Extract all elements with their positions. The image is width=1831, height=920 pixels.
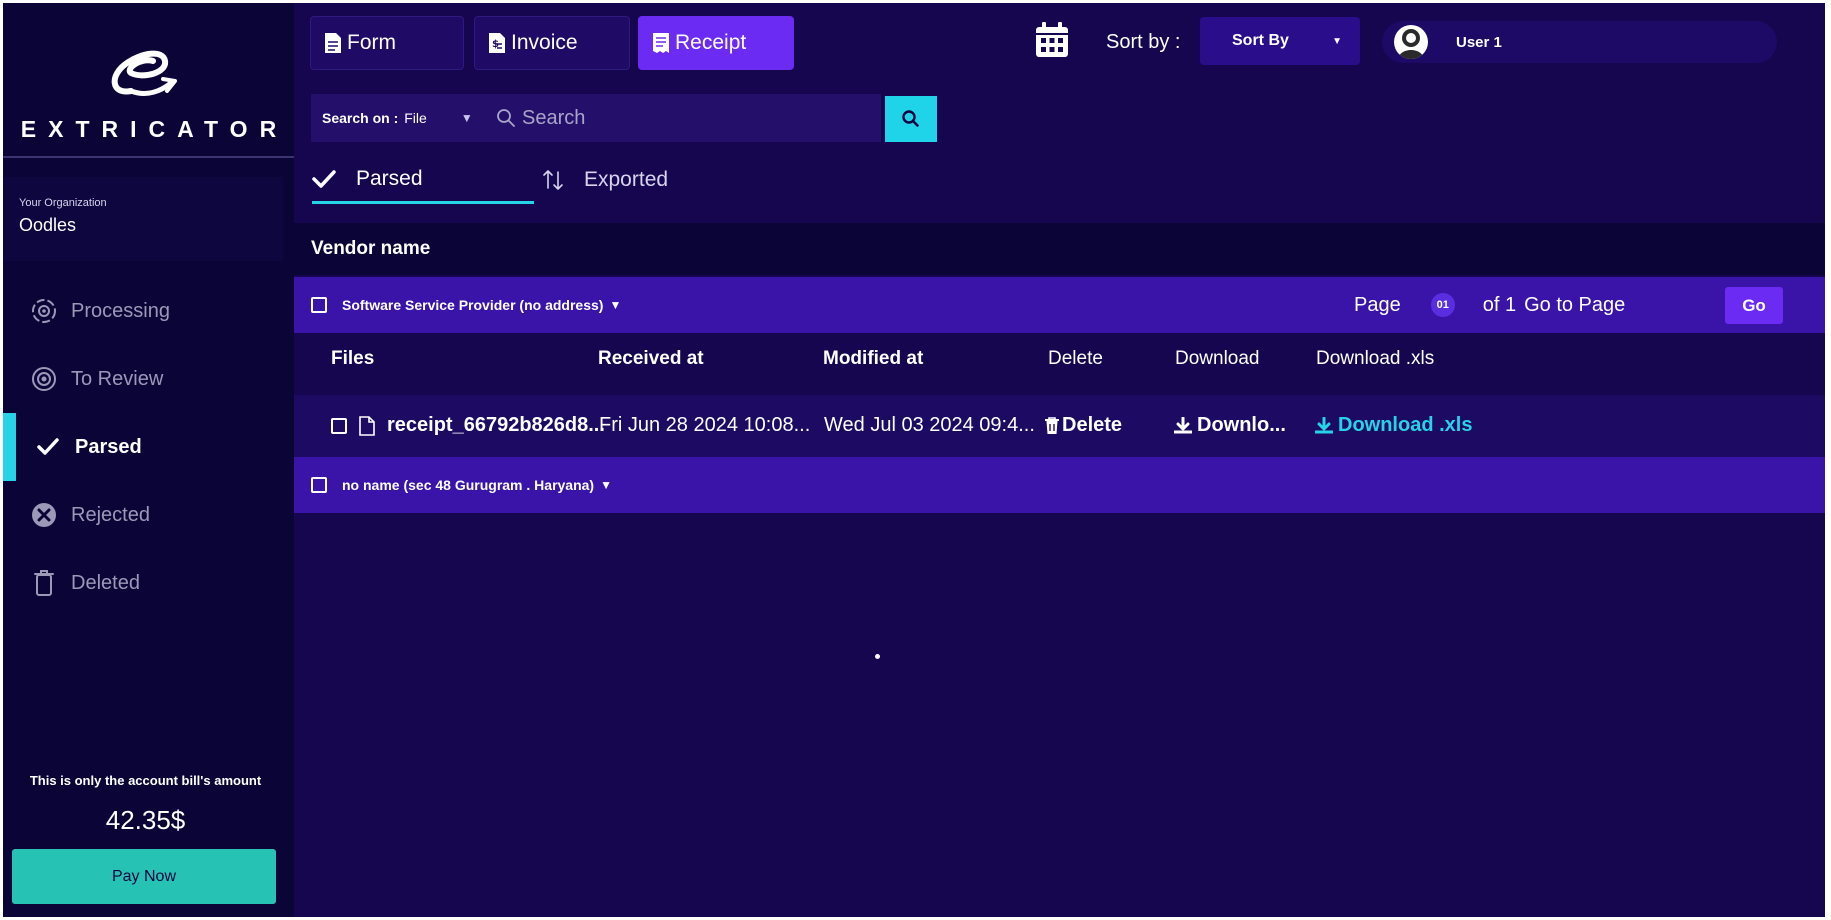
sidebar-item-rejected[interactable]: Rejected — [3, 481, 294, 549]
app-window: EXTRICATOR Your Organization Oodles Proc… — [3, 3, 1825, 917]
sort-by-label: Sort by : — [1106, 31, 1181, 53]
user-name: User 1 — [1456, 33, 1502, 51]
vendor-group-name[interactable]: no name (sec 48 Gurugram . Haryana) — [342, 477, 594, 493]
table-row: receipt_66792b826d8... Fri Jun 28 2024 1… — [294, 395, 1825, 457]
check-icon — [312, 169, 336, 188]
page-number-input[interactable]: 01 — [1430, 293, 1455, 317]
column-header-delete: Delete — [1048, 348, 1103, 369]
sidebar: EXTRICATOR Your Organization Oodles Proc… — [3, 3, 294, 917]
search-icon — [497, 109, 515, 127]
chevron-down-icon: ▼ — [460, 111, 473, 125]
caret-down-icon[interactable]: ▼ — [609, 298, 621, 312]
group-checkbox[interactable] — [311, 297, 327, 313]
sidebar-item-label: Processing — [71, 299, 170, 322]
vendor-group-row: Software Service Provider (no address) ▼… — [294, 277, 1825, 333]
column-header-received: Received at — [598, 348, 704, 369]
trash-icon — [1045, 416, 1059, 434]
tab-exported[interactable]: Exported — [542, 156, 668, 204]
tab-label: Invoice — [511, 31, 578, 54]
sidebar-item-label: Rejected — [71, 503, 150, 526]
download-xls-button[interactable]: Download .xls — [1314, 414, 1472, 437]
tab-invoice[interactable]: $ Invoice — [474, 16, 630, 70]
search-on-dropdown[interactable]: Search on : File ▼ — [311, 110, 496, 126]
extricator-logo-icon — [111, 50, 177, 96]
download-xls-label: Download .xls — [1338, 414, 1473, 436]
column-header-files: Files — [331, 348, 375, 369]
x-circle-icon — [29, 500, 59, 530]
tab-parsed[interactable]: Parsed — [312, 156, 534, 204]
file-icon — [359, 415, 375, 436]
brand-name: EXTRICATOR — [20, 116, 289, 142]
loading-dot — [875, 654, 880, 659]
go-to-page-label: Go to Page — [1524, 293, 1626, 316]
delete-button[interactable]: Delete — [1044, 414, 1122, 437]
search-bar: Search on : File ▼ — [311, 94, 881, 142]
sort-by-dropdown[interactable]: Sort By ▼ — [1200, 17, 1360, 65]
search-on-label: Search on : — [322, 110, 399, 126]
trash-icon — [29, 568, 59, 598]
vendor-group-name[interactable]: Software Service Provider (no address) — [342, 297, 603, 313]
form-document-icon — [325, 33, 341, 53]
chevron-down-icon: ▼ — [1332, 35, 1342, 47]
sidebar-item-label: To Review — [71, 367, 164, 390]
invoice-document-icon: $ — [489, 33, 505, 53]
row-checkbox[interactable] — [331, 417, 347, 434]
tab-label: Exported — [584, 168, 669, 191]
caret-down-icon[interactable]: ▼ — [600, 478, 612, 492]
column-header-download-xls: Download .xls — [1316, 348, 1435, 369]
bill-amount: 42.35$ — [105, 805, 186, 835]
calendar-icon[interactable] — [1034, 21, 1070, 59]
eye-icon — [29, 364, 59, 394]
download-icon — [1174, 416, 1192, 433]
file-name-link[interactable]: receipt_66792b826d8... — [387, 414, 605, 437]
download-button[interactable]: Downlo... — [1173, 414, 1286, 437]
pay-now-button[interactable]: Pay Now — [12, 849, 276, 904]
download-label: Downlo... — [1197, 414, 1286, 436]
sort-arrows-icon — [543, 170, 563, 190]
tab-receipt[interactable]: Receipt — [638, 16, 794, 70]
avatar — [1394, 25, 1428, 59]
sidebar-item-label: Deleted — [71, 571, 140, 594]
search-button[interactable] — [885, 96, 937, 142]
sidebar-item-deleted[interactable]: Deleted — [3, 549, 294, 617]
group-checkbox[interactable] — [311, 477, 327, 493]
page-label: Page — [1354, 293, 1401, 316]
received-at-value: Fri Jun 28 2024 10:08... — [599, 414, 811, 436]
receipt-icon — [653, 33, 669, 53]
pagination: Page 01 of 1 Go to Page — [1354, 277, 1625, 333]
files-table-header: Files Received at Modified at Delete Dow… — [294, 333, 1825, 385]
sidebar-item-processing[interactable]: Processing — [3, 277, 294, 345]
tab-label: Receipt — [675, 31, 747, 54]
sidebar-item-to-review[interactable]: To Review — [3, 345, 294, 413]
organization-box: Your Organization Oodles — [3, 177, 283, 261]
main-content: Form $ Invoice Receipt Sort by : Sort By… — [294, 3, 1825, 917]
sort-by-value: Sort By — [1232, 32, 1289, 49]
tab-form[interactable]: Form — [310, 16, 464, 70]
modified-at-value: Wed Jul 03 2024 09:4... — [824, 414, 1035, 436]
check-icon — [33, 432, 63, 462]
vendor-name-header: Vendor name — [294, 223, 1825, 275]
sidebar-divider — [3, 156, 294, 158]
tab-label: Form — [347, 31, 396, 54]
search-icon — [902, 110, 919, 127]
org-name: Oodles — [19, 215, 77, 235]
user-menu[interactable]: User 1 — [1382, 21, 1777, 63]
org-label: Your Organization — [19, 197, 107, 209]
brand-logo: EXTRICATOR — [3, 39, 294, 149]
processing-gear-icon — [29, 296, 59, 326]
search-input[interactable] — [522, 106, 862, 130]
page-of-label: of 1 — [1482, 293, 1517, 316]
go-button[interactable]: Go — [1725, 287, 1783, 324]
sidebar-item-parsed[interactable]: Parsed — [3, 413, 294, 481]
sidebar-item-label: Parsed — [75, 435, 142, 458]
search-on-value: File — [404, 110, 427, 126]
column-header-modified: Modified at — [823, 348, 924, 369]
tab-label: Parsed — [356, 166, 423, 190]
column-header-download: Download — [1175, 348, 1260, 369]
sidebar-nav: Processing To Review Parsed Rejected Del… — [3, 277, 294, 617]
download-icon — [1315, 416, 1333, 433]
bill-description: This is only the account bill's amount — [29, 773, 262, 788]
vendor-group-row: no name (sec 48 Gurugram . Haryana) ▼ — [294, 457, 1825, 513]
delete-label: Delete — [1062, 414, 1123, 436]
